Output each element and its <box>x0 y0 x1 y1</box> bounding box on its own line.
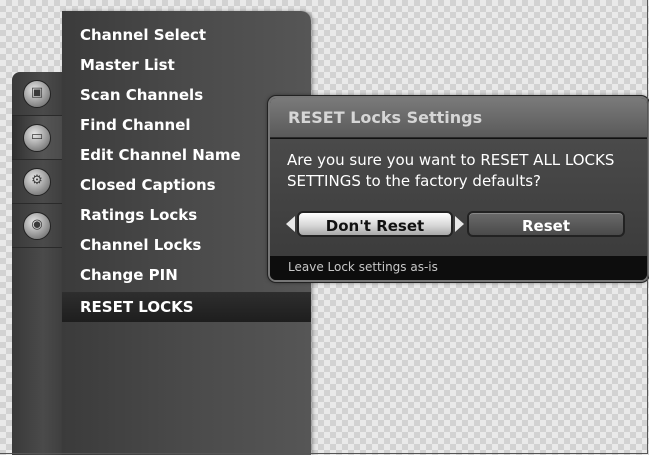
menu-item-reset-locks[interactable]: RESET LOCKS <box>62 292 311 322</box>
picture-icon: ▣ <box>23 80 51 108</box>
camera-icon: ◉ <box>23 212 51 240</box>
dialog-title: RESET Locks Settings <box>270 98 647 138</box>
reset-locks-dialog: RESET Locks Settings Are you sure you wa… <box>268 96 649 282</box>
category-camera[interactable]: ◉ <box>12 204 64 248</box>
menu-item-channel-select[interactable]: Channel Select <box>62 20 311 50</box>
category-channel[interactable]: ▭ <box>12 116 64 160</box>
arrow-right-icon <box>455 216 464 232</box>
menu-item-master-list[interactable]: Master List <box>62 50 311 80</box>
category-picture[interactable]: ▣ <box>12 72 64 116</box>
category-icon-bar: ▣ ▭ ⚙ ◉ <box>12 72 64 455</box>
reset-button[interactable]: Reset <box>467 211 625 237</box>
dont-reset-button[interactable]: Don't Reset <box>297 211 453 237</box>
category-settings[interactable]: ⚙ <box>12 160 64 204</box>
dialog-message: Are you sure you want to RESET ALL LOCKS… <box>287 151 615 190</box>
dialog-body: Are you sure you want to RESET ALL LOCKS… <box>270 139 647 256</box>
settings-icon: ⚙ <box>23 168 51 196</box>
channel-icon: ▭ <box>23 124 51 152</box>
arrow-left-icon <box>286 216 295 232</box>
dialog-hint: Leave Lock settings as-is <box>270 256 647 280</box>
